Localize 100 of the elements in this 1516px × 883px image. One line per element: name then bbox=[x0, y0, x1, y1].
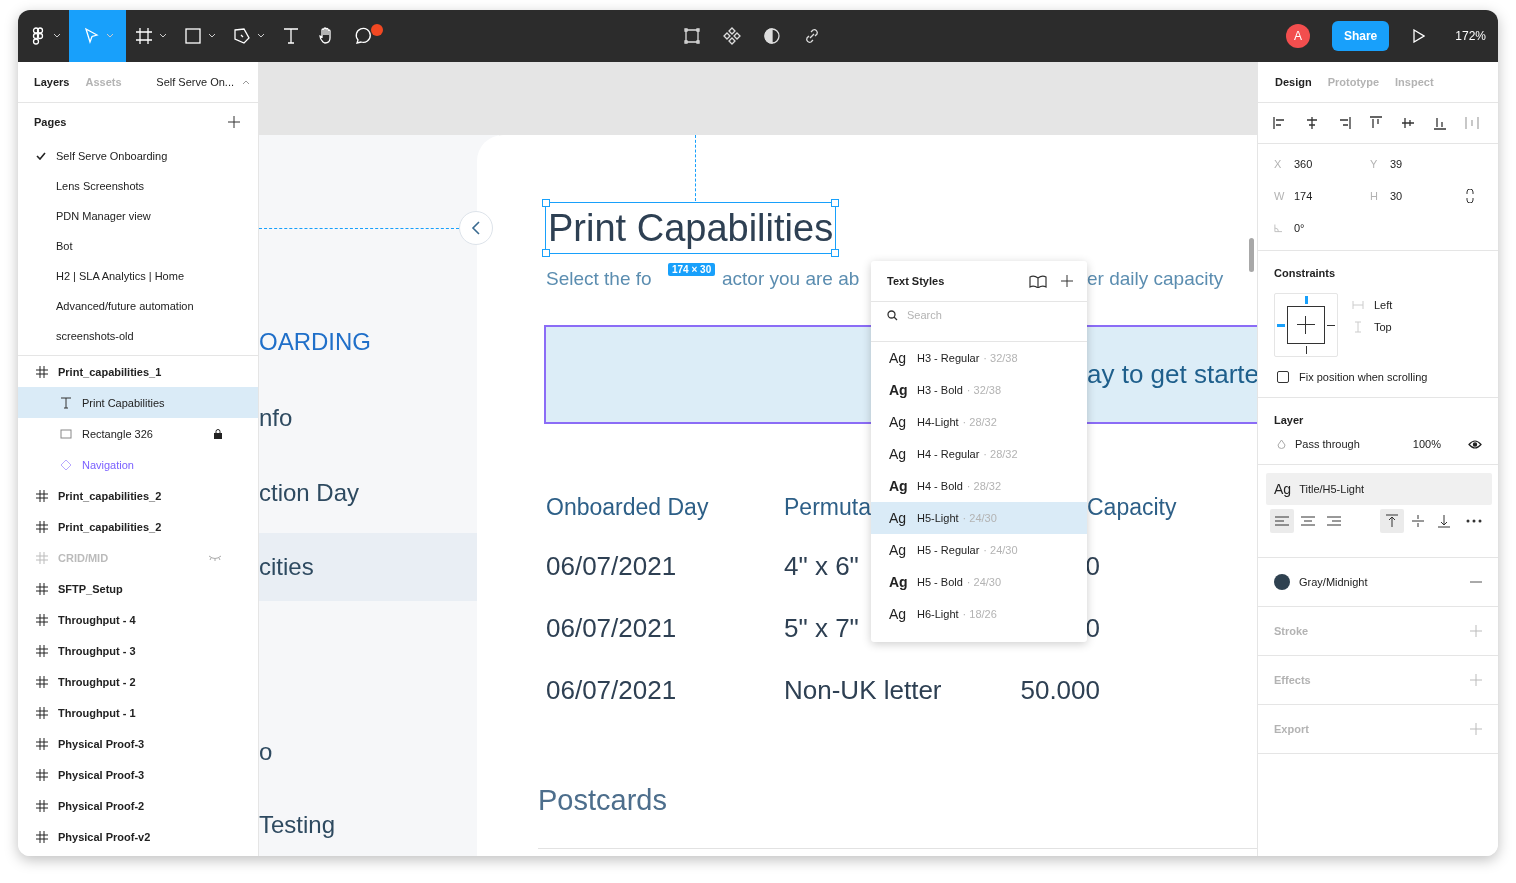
checkbox[interactable] bbox=[1277, 371, 1289, 383]
section-title: Export bbox=[1274, 723, 1310, 735]
book-icon[interactable] bbox=[1029, 274, 1047, 288]
component-icon[interactable] bbox=[722, 26, 742, 46]
layer-row[interactable]: SFTP_Setup bbox=[18, 573, 258, 604]
panel-tab[interactable]: Layers bbox=[26, 76, 78, 88]
number-field[interactable]: W 174 bbox=[1274, 180, 1370, 212]
hash-icon bbox=[36, 582, 48, 595]
hash-icon bbox=[36, 675, 48, 688]
eye-icon[interactable] bbox=[1468, 439, 1482, 449]
text-style-item[interactable]: Ag H5 - Bold · 24/30 bbox=[871, 566, 1087, 598]
crop-icon[interactable] bbox=[682, 26, 702, 46]
page-item[interactable]: Bot bbox=[56, 240, 73, 252]
panel-tab[interactable]: Design bbox=[1267, 76, 1320, 88]
number-field[interactable]: X 360 bbox=[1274, 148, 1370, 180]
layer-row[interactable]: Print_capabilities_1 bbox=[18, 356, 258, 387]
text-style-item[interactable]: Ag H4 - Bold · 28/32 bbox=[871, 470, 1087, 502]
table-cell: 06/07/2021 bbox=[546, 675, 677, 706]
number-field[interactable]: Y 39 bbox=[1370, 148, 1466, 180]
comment-icon bbox=[353, 26, 373, 46]
column-header: Capacity bbox=[1087, 494, 1177, 521]
contrast-icon[interactable] bbox=[762, 26, 782, 46]
nav-label: cities bbox=[259, 553, 314, 581]
caret-icon[interactable] bbox=[257, 33, 265, 39]
layer-row[interactable]: Print_capabilities_2 bbox=[18, 480, 258, 511]
align-top-icon[interactable] bbox=[1380, 509, 1404, 533]
caret-icon[interactable] bbox=[53, 33, 61, 39]
color-swatch[interactable] bbox=[1274, 574, 1290, 590]
page-item[interactable]: screenshots-old bbox=[56, 330, 134, 342]
text-style-item[interactable]: Ag H5 - Regular · 24/30 bbox=[871, 534, 1087, 566]
add-icon[interactable] bbox=[1061, 275, 1073, 287]
text-style-item[interactable]: Ag H4 - Regular · 28/32 bbox=[871, 438, 1087, 470]
play-icon[interactable] bbox=[1413, 29, 1426, 43]
page-item[interactable]: H2 | SLA Analytics | Home bbox=[56, 270, 184, 282]
page-item[interactable]: Lens Screenshots bbox=[56, 180, 145, 192]
lock-icon[interactable] bbox=[214, 428, 222, 439]
opacity-field[interactable]: 100% bbox=[1412, 438, 1441, 450]
text-style-item[interactable]: Ag H5-Light · 24/30 bbox=[871, 502, 1087, 534]
page-picker[interactable]: Self Serve On... bbox=[156, 76, 234, 88]
table-cell: 50.000 bbox=[1020, 675, 1100, 706]
subtitle-text: er daily capacity bbox=[1087, 268, 1224, 290]
hash-icon bbox=[36, 365, 48, 378]
vertical-constraint-icon bbox=[1352, 321, 1364, 333]
rotation-field[interactable]: 0° bbox=[1274, 212, 1370, 244]
text-style-item[interactable]: Ag H6-Light · 18/26 bbox=[871, 598, 1087, 630]
layer-row[interactable]: Physical Proof-3 bbox=[18, 759, 258, 790]
hash-icon bbox=[36, 737, 48, 750]
column-header: Onboarded Day bbox=[546, 494, 709, 521]
hash-icon bbox=[36, 613, 48, 626]
table-cell: 4" x 6" bbox=[784, 551, 859, 582]
blend-mode-dropdown[interactable]: Pass through bbox=[1295, 438, 1404, 450]
layer-row[interactable]: Throughput - 4 bbox=[18, 604, 258, 635]
page-item[interactable]: Self Serve Onboarding bbox=[56, 150, 168, 162]
guide-line bbox=[695, 135, 696, 201]
layer-row[interactable]: Print Capabilities bbox=[18, 387, 258, 418]
hash-icon bbox=[36, 551, 48, 564]
search-field[interactable]: Search bbox=[907, 309, 967, 322]
text-style-field[interactable]: Ag Title/H5-Light bbox=[1266, 473, 1492, 505]
scrollbar[interactable] bbox=[1249, 238, 1254, 272]
text-style-item[interactable]: Ag H4-Light · 28/32 bbox=[871, 406, 1087, 438]
layer-row[interactable]: Physical Proof-v2 bbox=[18, 821, 258, 852]
popup-title: Text Styles bbox=[887, 275, 946, 287]
add-icon[interactable] bbox=[228, 116, 240, 128]
selected-title-text[interactable]: Print Capabilities bbox=[545, 202, 837, 254]
caret-icon[interactable] bbox=[159, 33, 167, 39]
chevron-left-icon bbox=[471, 221, 481, 235]
checkbox-label: Fix position when scrolling bbox=[1299, 371, 1428, 383]
table-cell: 06/07/2021 bbox=[546, 551, 677, 582]
layer-row[interactable]: Throughput - 3 bbox=[18, 635, 258, 666]
align-text-left-icon[interactable] bbox=[1270, 509, 1294, 533]
table-cell: 5" x 7" bbox=[784, 613, 859, 644]
subtitle-text: actor you are ab bbox=[722, 268, 860, 290]
zoom-dropdown[interactable]: 172% bbox=[1455, 29, 1486, 43]
caret-icon[interactable] bbox=[208, 33, 216, 39]
page-item[interactable]: Advanced/future automation bbox=[56, 300, 194, 312]
section-title: Constraints bbox=[1273, 266, 1337, 281]
layer-row[interactable]: Rectangle 326 bbox=[18, 418, 258, 449]
more-icon[interactable] bbox=[1466, 519, 1482, 523]
text-style-item[interactable]: Ag H3 - Regular · 32/38 bbox=[871, 342, 1087, 374]
caret-icon bbox=[242, 79, 250, 85]
layer-row[interactable]: Physical Proof-2 bbox=[18, 790, 258, 821]
layer-row[interactable]: Print_capabilities_2 bbox=[18, 511, 258, 542]
text-icon bbox=[60, 396, 72, 409]
layer-row[interactable]: Physical Proof-3 bbox=[18, 728, 258, 759]
layer-row[interactable]: Throughput - 2 bbox=[18, 666, 258, 697]
horizontal-constraint-dropdown[interactable]: Left bbox=[1374, 299, 1393, 311]
number-field[interactable]: H 30 bbox=[1370, 180, 1466, 212]
diamond-icon bbox=[60, 458, 72, 471]
vertical-constraint-dropdown[interactable]: Top bbox=[1374, 321, 1392, 333]
nav-label: nfo bbox=[259, 404, 293, 432]
layer-row[interactable]: Throughput - 1 bbox=[18, 697, 258, 728]
user-avatar[interactable]: A bbox=[1285, 24, 1310, 48]
table-cell: 0 bbox=[1085, 551, 1100, 582]
section-title: Stroke bbox=[1274, 625, 1310, 637]
constraint-widget[interactable] bbox=[1274, 293, 1338, 357]
text-style-item[interactable]: Ag H3 - Bold · 32/38 bbox=[871, 374, 1087, 406]
layer-row[interactable]: Navigation bbox=[18, 449, 258, 480]
constrain-proportions-icon[interactable] bbox=[1466, 189, 1474, 203]
page-item[interactable]: PDN Manager view bbox=[56, 210, 151, 222]
banner-text: ay to get starte bbox=[1087, 359, 1257, 390]
